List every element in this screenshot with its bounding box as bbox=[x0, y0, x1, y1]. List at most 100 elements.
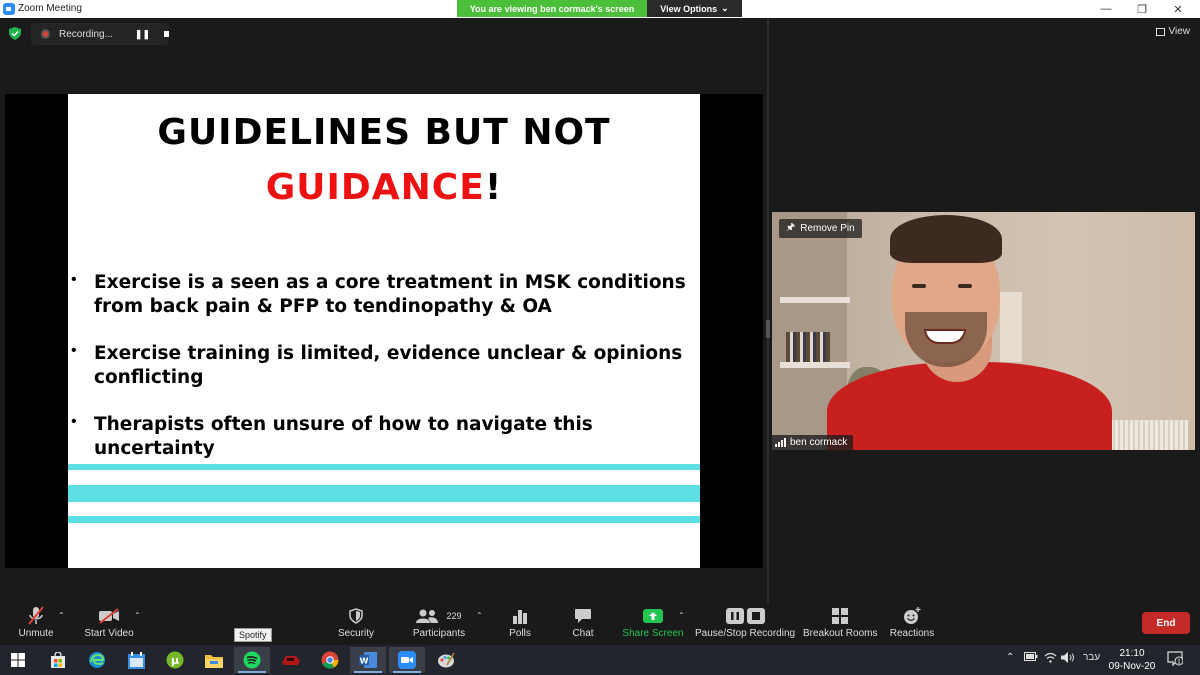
viewing-message: You are viewing ben cormack's screen bbox=[457, 0, 647, 17]
security-button[interactable]: Security bbox=[334, 604, 378, 639]
view-options-button[interactable]: View Options ⌄ bbox=[647, 0, 742, 17]
security-shield-outline-icon bbox=[349, 608, 363, 624]
share-options-caret-icon[interactable]: ⌃ bbox=[678, 611, 685, 620]
panel-divider[interactable] bbox=[767, 18, 769, 603]
slide-bullet-text: Exercise training is limited, evidence u… bbox=[94, 343, 683, 388]
system-clock[interactable]: 21:10 09-Nov-20 bbox=[1108, 647, 1156, 673]
chevron-down-icon: ⌄ bbox=[721, 3, 729, 13]
share-screen-icon bbox=[643, 609, 663, 623]
signal-strength-icon bbox=[775, 438, 786, 447]
bullet-dot-icon: • bbox=[71, 271, 77, 288]
slide-title-line1: GUIDELINES BUT NOT bbox=[157, 112, 611, 153]
slide-stripe bbox=[68, 464, 700, 470]
window-title: Zoom Meeting bbox=[18, 3, 82, 14]
audio-options-caret-icon[interactable]: ⌃ bbox=[58, 611, 65, 620]
language-indicator[interactable]: עבר bbox=[1083, 652, 1100, 663]
chat-label: Chat bbox=[572, 628, 594, 639]
volume-icon[interactable] bbox=[1061, 652, 1075, 666]
participant-video[interactable] bbox=[772, 212, 1195, 450]
utorrent-icon[interactable]: μ bbox=[157, 647, 193, 673]
remove-pin-button[interactable]: 🖈 Remove Pin bbox=[779, 219, 862, 238]
tray-overflow-chevron-icon[interactable]: ⌃ bbox=[1006, 652, 1014, 663]
spotify-icon[interactable] bbox=[234, 647, 270, 673]
slide-bullet-text: Therapists often unsure of how to naviga… bbox=[94, 414, 593, 459]
pause-recording-icon[interactable]: ❚❚ bbox=[135, 29, 150, 40]
notification-count: 1 bbox=[1177, 659, 1181, 666]
share-screen-button[interactable]: Share Screen bbox=[622, 604, 684, 639]
recording-dot-icon bbox=[41, 29, 50, 39]
security-label: Security bbox=[337, 628, 375, 639]
reactions-label: Reactions bbox=[889, 628, 935, 639]
view-button[interactable]: View bbox=[1155, 26, 1191, 37]
chrome-browser-icon[interactable] bbox=[312, 647, 348, 673]
minimize-icon[interactable]: — bbox=[1088, 0, 1124, 18]
slide-title-highlight: GUIDANCE bbox=[265, 167, 485, 208]
recording-indicator: Recording... ❚❚ bbox=[31, 23, 169, 45]
unmute-label: Unmute bbox=[18, 628, 54, 639]
video-options-caret-icon[interactable]: ⌃ bbox=[134, 611, 141, 620]
start-video-button[interactable]: Start Video bbox=[82, 604, 136, 639]
stop-icon bbox=[746, 608, 765, 624]
bullet-dot-icon: • bbox=[71, 413, 77, 430]
file-explorer-icon[interactable] bbox=[196, 647, 232, 673]
unmute-button[interactable]: Unmute bbox=[14, 604, 58, 639]
close-icon[interactable]: ✕ bbox=[1160, 0, 1196, 18]
recording-label: Recording... bbox=[58, 28, 113, 40]
battery-icon[interactable] bbox=[1024, 652, 1038, 664]
stop-recording-icon[interactable] bbox=[164, 31, 169, 37]
reactions-button[interactable]: Reactions bbox=[888, 604, 936, 639]
video-window bbox=[1000, 292, 1022, 362]
polls-button[interactable]: Polls bbox=[500, 604, 540, 639]
pause-icon bbox=[725, 608, 744, 624]
participants-caret-icon[interactable]: ⌃ bbox=[476, 611, 483, 620]
participant-name: ben cormack bbox=[790, 437, 848, 448]
breakout-rooms-button[interactable]: Breakout Rooms bbox=[803, 604, 877, 639]
reactions-smiley-icon bbox=[904, 607, 921, 624]
pause-stop-recording-label: Pause/Stop Recording bbox=[695, 628, 796, 639]
participant-eye bbox=[958, 284, 972, 288]
calendar-app-icon[interactable] bbox=[118, 647, 154, 673]
restore-icon[interactable]: ❐ bbox=[1124, 0, 1160, 18]
notifications-icon[interactable]: 1 bbox=[1167, 650, 1184, 669]
game-launcher-icon[interactable] bbox=[273, 647, 309, 673]
chat-icon bbox=[575, 609, 591, 623]
polls-icon bbox=[513, 609, 527, 624]
svg-text:W: W bbox=[360, 657, 369, 666]
video-radiator bbox=[1110, 420, 1188, 450]
clock-time: 21:10 bbox=[1119, 648, 1145, 659]
participants-icon bbox=[416, 609, 439, 623]
spotify-tooltip: Spotify bbox=[234, 628, 272, 642]
edge-browser-icon[interactable] bbox=[79, 647, 115, 673]
paint-app-icon[interactable] bbox=[428, 647, 464, 673]
wifi-icon[interactable] bbox=[1044, 652, 1057, 666]
slide-title-suffix: ! bbox=[484, 167, 503, 208]
participants-button[interactable]: 229 Participants bbox=[410, 604, 468, 639]
pause-stop-recording-button[interactable]: Pause/Stop Recording bbox=[695, 604, 795, 639]
store-app-icon[interactable] bbox=[40, 647, 76, 673]
divider-handle[interactable] bbox=[766, 320, 770, 338]
pin-icon: 🖈 bbox=[786, 222, 796, 233]
security-shield-icon[interactable] bbox=[9, 27, 21, 40]
share-screen-label: Share Screen bbox=[622, 628, 684, 639]
video-shelf bbox=[780, 297, 850, 303]
video-shelf bbox=[780, 362, 850, 368]
participant-hair bbox=[890, 215, 1002, 263]
view-grid-icon bbox=[1155, 27, 1165, 36]
remove-pin-label: Remove Pin bbox=[800, 223, 855, 234]
zoom-taskbar-icon[interactable] bbox=[389, 647, 425, 673]
participant-name-label: ben cormack bbox=[772, 435, 854, 450]
view-label: View bbox=[1168, 26, 1191, 37]
slide-title-line2: GUIDANCE! bbox=[68, 167, 700, 208]
end-meeting-button[interactable]: End bbox=[1142, 612, 1190, 634]
zoom-app-icon bbox=[3, 3, 15, 15]
breakout-rooms-label: Breakout Rooms bbox=[803, 628, 878, 639]
breakout-rooms-icon bbox=[832, 608, 848, 624]
meeting-top-bar bbox=[0, 18, 1200, 50]
participant-eye bbox=[912, 284, 926, 288]
chat-button[interactable]: Chat bbox=[563, 604, 603, 639]
slide-bullet-text: Exercise is a seen as a core treatment i… bbox=[94, 272, 686, 317]
slide-stripe bbox=[68, 485, 700, 502]
windows-start-icon[interactable] bbox=[0, 647, 36, 673]
word-app-icon[interactable]: W bbox=[350, 647, 386, 673]
slide-stripe bbox=[68, 516, 700, 523]
